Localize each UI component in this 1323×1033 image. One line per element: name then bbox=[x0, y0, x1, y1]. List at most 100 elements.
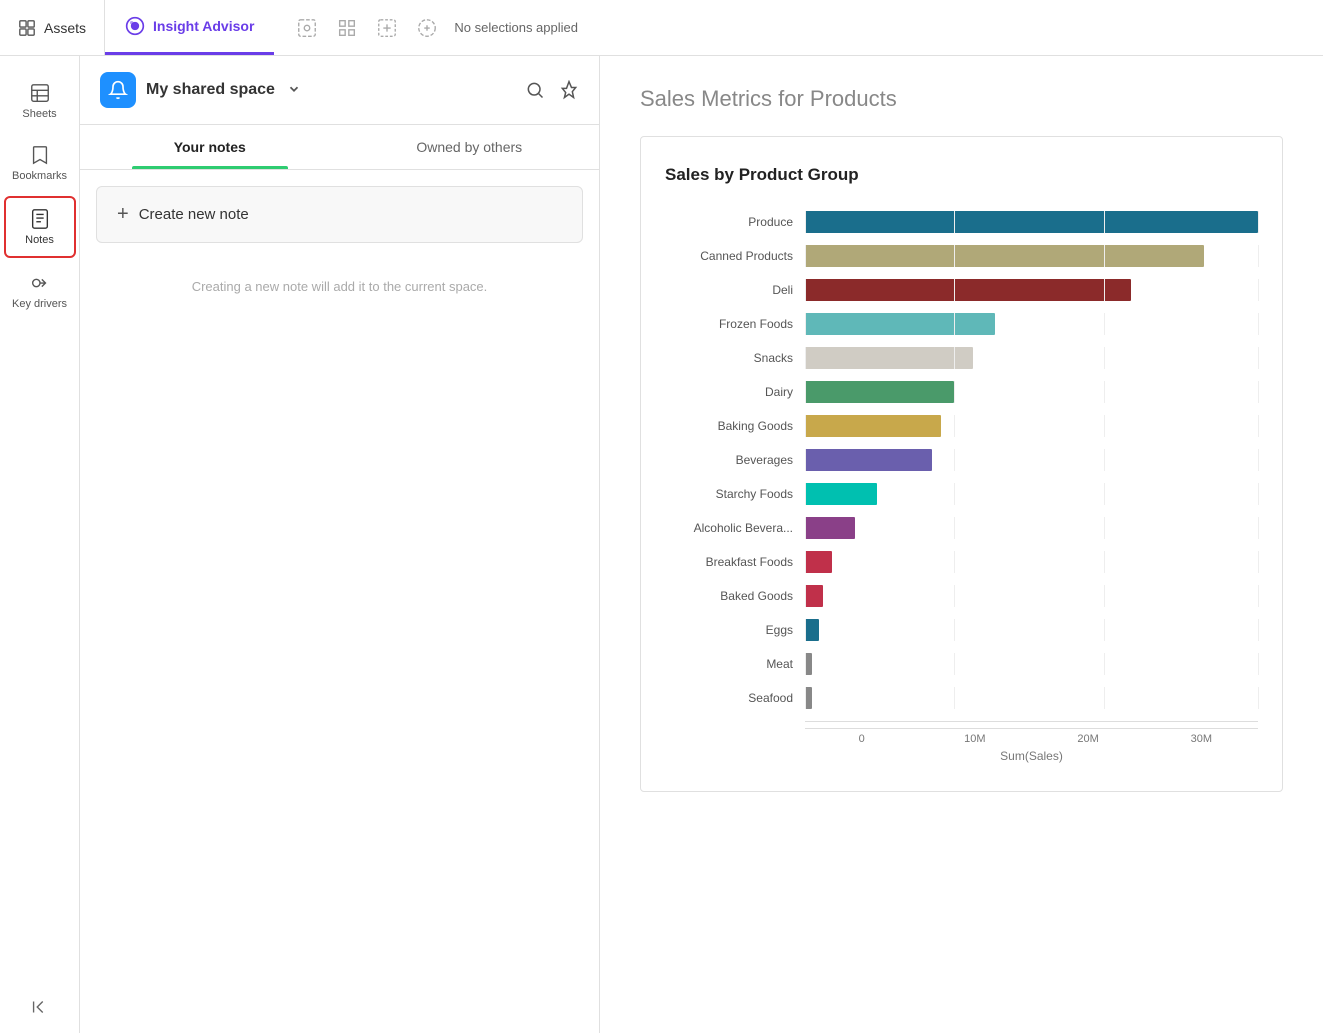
selection-tool-4[interactable] bbox=[410, 11, 444, 45]
no-selections: No selections applied bbox=[450, 20, 578, 35]
bar-label: Breakfast Foods bbox=[665, 555, 805, 569]
bar-fill[interactable] bbox=[805, 653, 812, 675]
sidebar-item-sheets[interactable]: Sheets bbox=[4, 72, 76, 130]
bar-label: Eggs bbox=[665, 623, 805, 637]
bar-track bbox=[805, 517, 1258, 539]
bar-row: Frozen Foods bbox=[665, 307, 1258, 341]
bar-label: Seafood bbox=[665, 691, 805, 705]
bar-fill[interactable] bbox=[805, 211, 1258, 233]
selection-tool-1[interactable] bbox=[290, 11, 324, 45]
bar-fill[interactable] bbox=[805, 381, 954, 403]
selection-tool-3[interactable] bbox=[370, 11, 404, 45]
bar-fill[interactable] bbox=[805, 619, 819, 641]
bar-row: Alcoholic Bevera... bbox=[665, 511, 1258, 545]
bell-icon bbox=[108, 80, 128, 100]
bar-track bbox=[805, 653, 1258, 675]
bar-fill[interactable] bbox=[805, 449, 932, 471]
assets-button[interactable]: Assets bbox=[0, 0, 105, 55]
bar-row: Eggs bbox=[665, 613, 1258, 647]
selection-icon-2 bbox=[336, 17, 358, 39]
x-tick-label: 10M bbox=[918, 733, 1031, 745]
bar-track bbox=[805, 279, 1258, 301]
bar-row: Dairy bbox=[665, 375, 1258, 409]
sidebar: Sheets Bookmarks Notes Key drive bbox=[0, 56, 80, 1033]
bar-track bbox=[805, 483, 1258, 505]
space-icon bbox=[100, 72, 136, 108]
bar-label: Dairy bbox=[665, 385, 805, 399]
assets-label: Assets bbox=[44, 20, 86, 36]
notes-icon bbox=[29, 208, 51, 230]
bookmarks-icon bbox=[29, 144, 51, 166]
create-note-label: Create new note bbox=[139, 206, 249, 223]
bar-label: Produce bbox=[665, 215, 805, 229]
bar-label: Meat bbox=[665, 657, 805, 671]
bar-track bbox=[805, 381, 1258, 403]
bar-fill[interactable] bbox=[805, 313, 995, 335]
bar-fill[interactable] bbox=[805, 415, 941, 437]
sidebar-item-key-drivers[interactable]: Key drivers bbox=[4, 262, 76, 320]
bar-track bbox=[805, 619, 1258, 641]
bar-fill[interactable] bbox=[805, 551, 832, 573]
create-new-note-button[interactable]: + Create new note bbox=[96, 186, 583, 243]
bar-track bbox=[805, 211, 1258, 233]
bar-fill[interactable] bbox=[805, 483, 877, 505]
bar-label: Snacks bbox=[665, 351, 805, 365]
plus-icon: + bbox=[117, 203, 129, 226]
bar-track bbox=[805, 347, 1258, 369]
bar-fill[interactable] bbox=[805, 687, 812, 709]
pin-icon[interactable] bbox=[559, 80, 579, 100]
bar-track bbox=[805, 313, 1258, 335]
chevron-down-icon bbox=[287, 82, 301, 96]
notes-panel: My shared space Your notes bbox=[80, 56, 600, 1033]
key-drivers-icon bbox=[29, 272, 51, 294]
main-layout: Sheets Bookmarks Notes Key drive bbox=[0, 56, 1323, 1033]
bar-row: Breakfast Foods bbox=[665, 545, 1258, 579]
space-name: My shared space bbox=[146, 81, 275, 99]
tab-your-notes[interactable]: Your notes bbox=[80, 125, 340, 169]
selection-icon-1 bbox=[296, 17, 318, 39]
bar-fill[interactable] bbox=[805, 279, 1131, 301]
bar-fill[interactable] bbox=[805, 585, 823, 607]
bar-row: Deli bbox=[665, 273, 1258, 307]
sidebar-item-bookmarks[interactable]: Bookmarks bbox=[4, 134, 76, 192]
chart-area: Sales Metrics for Products Sales by Prod… bbox=[600, 56, 1323, 1033]
bar-label: Beverages bbox=[665, 453, 805, 467]
bar-chart: Produce Canned Products Deli Frozen Foods Sn… bbox=[665, 205, 1258, 715]
topbar: Assets Insight Advisor bbox=[0, 0, 1323, 56]
x-tick-label: 0 bbox=[805, 733, 918, 745]
selection-tool-2[interactable] bbox=[330, 11, 364, 45]
bar-label: Canned Products bbox=[665, 249, 805, 263]
bar-row: Baking Goods bbox=[665, 409, 1258, 443]
space-dropdown-button[interactable] bbox=[287, 82, 301, 99]
header-actions bbox=[525, 80, 579, 100]
bar-track bbox=[805, 585, 1258, 607]
tab-owned-by-others[interactable]: Owned by others bbox=[340, 125, 600, 169]
insight-advisor-tab[interactable]: Insight Advisor bbox=[105, 0, 274, 55]
bar-row: Produce bbox=[665, 205, 1258, 239]
chart-container: Sales by Product Group ProduceCanned Pro… bbox=[640, 136, 1283, 792]
bar-fill[interactable] bbox=[805, 517, 855, 539]
bar-fill[interactable] bbox=[805, 245, 1204, 267]
notes-tabs: Your notes Owned by others bbox=[80, 125, 599, 170]
grid-icon bbox=[18, 19, 36, 37]
insight-icon bbox=[125, 16, 145, 36]
bar-row: Snacks bbox=[665, 341, 1258, 375]
sidebar-item-notes[interactable]: Notes bbox=[4, 196, 76, 258]
x-tick-label: 30M bbox=[1145, 733, 1258, 745]
toolbar-tools: No selections applied bbox=[274, 11, 594, 45]
bar-label: Starchy Foods bbox=[665, 487, 805, 501]
bar-label: Baking Goods bbox=[665, 419, 805, 433]
search-icon[interactable] bbox=[525, 80, 545, 100]
x-axis-title: Sum(Sales) bbox=[805, 749, 1258, 763]
bar-track bbox=[805, 245, 1258, 267]
bar-row: Baked Goods bbox=[665, 579, 1258, 613]
bar-label: Baked Goods bbox=[665, 589, 805, 603]
bar-fill[interactable] bbox=[805, 347, 973, 369]
collapse-sidebar-button[interactable] bbox=[17, 984, 63, 1033]
bar-label: Deli bbox=[665, 283, 805, 297]
bar-label: Alcoholic Bevera... bbox=[665, 521, 805, 535]
bar-track bbox=[805, 551, 1258, 573]
bar-row: Seafood bbox=[665, 681, 1258, 715]
page-title: Sales Metrics for Products bbox=[640, 86, 1283, 112]
bar-row: Meat bbox=[665, 647, 1258, 681]
